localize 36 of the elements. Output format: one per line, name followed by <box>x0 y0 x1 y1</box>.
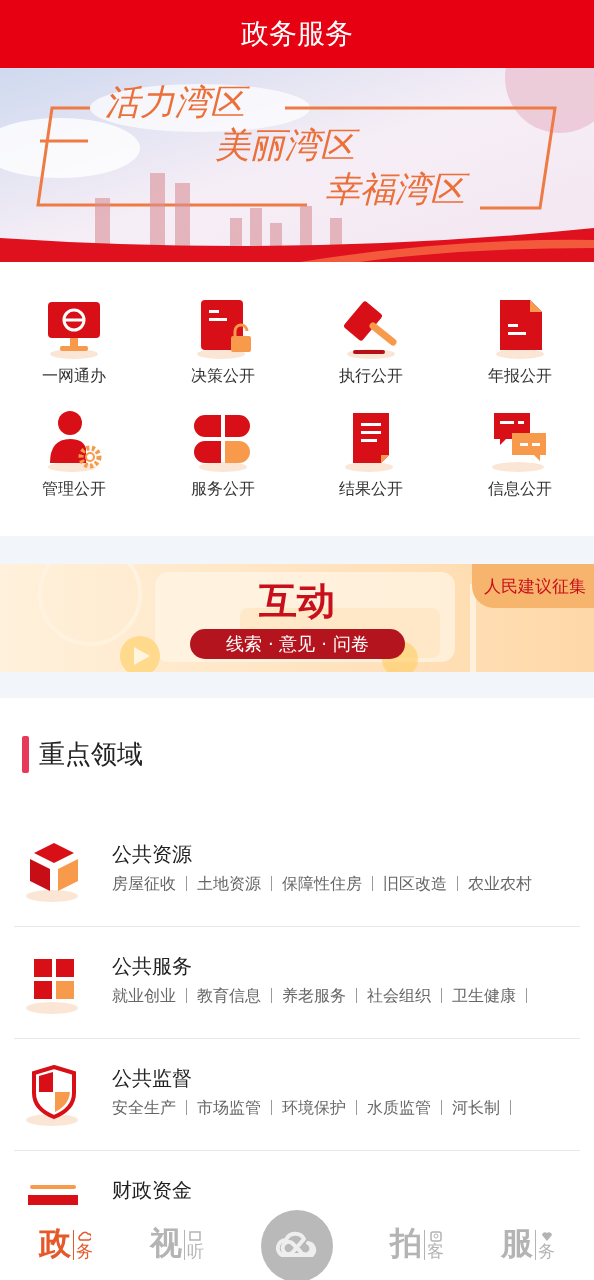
section-accent-bar <box>22 736 29 773</box>
tab-mini-icon <box>77 1229 92 1242</box>
category-link[interactable]: 就业创业 <box>112 988 186 1003</box>
tab-mini-icon <box>188 1229 203 1242</box>
shortcut-label[interactable]: 年报公开 <box>487 366 552 387</box>
shortcut-label[interactable]: 执行公开 <box>339 366 404 387</box>
category-title[interactable]: 公共资源 <box>112 841 542 868</box>
category-link[interactable]: 安全生产 <box>112 1100 186 1115</box>
shortcut-label[interactable]: 服务公开 <box>190 479 255 500</box>
shortcut-label[interactable]: 结果公开 <box>339 479 404 500</box>
banner-title: 互动 <box>259 578 335 625</box>
category-link[interactable]: 教育信息 <box>186 988 271 1003</box>
category-title[interactable]: 公共服务 <box>112 953 527 980</box>
section-title: 重点领域 <box>39 738 143 771</box>
category-title[interactable]: 财政资金 <box>112 1177 192 1204</box>
category-title[interactable]: 公共监督 <box>112 1065 511 1092</box>
banner-tag[interactable]: 人民建议征集 <box>472 564 594 608</box>
category-link[interactable]: 环境保护 <box>271 1100 356 1115</box>
shortcut-label[interactable]: 决策公开 <box>190 366 255 387</box>
category-link[interactable]: 养老服务 <box>271 988 356 1003</box>
tab-item[interactable]: 政 务 <box>38 1225 93 1260</box>
category-link[interactable]: 旧区改造 <box>372 876 457 891</box>
page-title: 政务服务 <box>0 0 594 68</box>
tab-mini-icon <box>539 1229 554 1242</box>
category-link[interactable]: 市场监管 <box>186 1100 271 1115</box>
category-link[interactable]: 房屋征收 <box>112 876 186 891</box>
banner-subtitle-pill: 线索 · 意见 · 问卷 <box>190 629 405 659</box>
shortcut-label[interactable]: 一网通办 <box>42 366 107 387</box>
tab-mini-icon <box>428 1229 443 1242</box>
category-link[interactable]: 社会组织 <box>356 988 441 1003</box>
category-link[interactable]: 农业农村 <box>457 876 542 891</box>
category-link[interactable]: 水质监管 <box>356 1100 441 1115</box>
shortcut-label[interactable]: 信息公开 <box>487 479 552 500</box>
shortcut-label[interactable]: 管理公开 <box>42 479 107 500</box>
category-link[interactable]: 保障性住房 <box>271 876 372 891</box>
category-link[interactable]: 土地资源 <box>186 876 271 891</box>
